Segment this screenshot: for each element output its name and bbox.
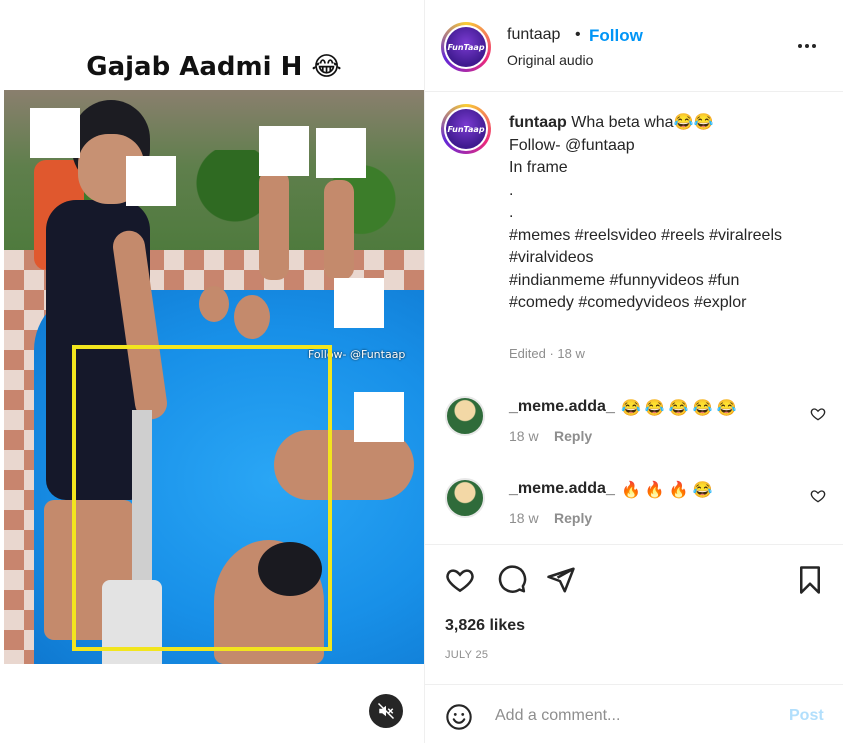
comment-bubble-icon[interactable] (497, 565, 527, 595)
like-heart-icon[interactable] (445, 565, 475, 595)
face-redaction (334, 278, 384, 328)
swimmer (234, 295, 270, 339)
swimmer (199, 286, 229, 322)
caption-text: funtaap Wha beta wha😂😂 Follow- @funtaap … (509, 112, 829, 315)
avatar[interactable]: FunTaap (441, 104, 491, 154)
like-comment-icon[interactable] (810, 488, 826, 504)
caption-username[interactable]: funtaap (509, 114, 567, 131)
avatar[interactable]: FunTaap (441, 22, 491, 72)
avatar-logo: FunTaap (446, 109, 486, 149)
audio-link[interactable]: Original audio (507, 52, 593, 68)
caption-meta: Edited · 18 w (509, 346, 585, 361)
more-options-icon[interactable] (795, 34, 819, 58)
share-send-icon[interactable] (546, 565, 576, 595)
background-kid (259, 170, 289, 280)
face-redaction (354, 392, 404, 442)
face-redaction (30, 108, 80, 158)
reel-video[interactable]: Follow- @Funtaap (4, 90, 424, 664)
comment-username[interactable]: _meme.adda_ (509, 480, 615, 498)
post-date: JULY 25 (445, 649, 489, 661)
username-link[interactable]: funtaap (507, 26, 560, 44)
avatar-logo: FunTaap (446, 27, 486, 67)
face-redaction (126, 156, 176, 206)
comment-item: _meme.adda_ 🔥🔥🔥😂 18 w Reply (425, 472, 843, 552)
comment-time: 18 w (509, 510, 539, 526)
caption-line: . (509, 181, 514, 199)
comment-text: 😂😂😂😂😂 (621, 400, 741, 417)
muted-speaker-icon (377, 702, 395, 720)
face-redaction (316, 128, 366, 178)
likes-count[interactable]: 3,826 likes (445, 617, 525, 635)
emoji-smiley-icon[interactable] (445, 703, 473, 731)
post-comment-button[interactable]: Post (789, 707, 824, 725)
add-comment-bar: Post (425, 684, 843, 743)
hashtags[interactable]: #comedy #comedyvideos #explor (509, 292, 829, 315)
caption-line: In frame (509, 159, 568, 176)
hashtags[interactable]: #viralvideos (509, 247, 829, 270)
mute-button[interactable] (369, 694, 403, 728)
highlight-box (72, 345, 332, 651)
comment-username[interactable]: _meme.adda_ (509, 398, 615, 416)
post-modal: Gajab Aadmi H 😂 Follow- @Funtaap FunTaap… (0, 0, 843, 743)
separator-dot: • (575, 26, 581, 43)
hashtags[interactable]: #indianmeme #funnyvideos #fun (509, 270, 829, 293)
face-redaction (259, 126, 309, 176)
like-comment-icon[interactable] (810, 406, 826, 422)
post-header: FunTaap funtaap • Follow Original audio (425, 0, 843, 92)
reply-button[interactable]: Reply (554, 428, 592, 444)
background-kid (324, 180, 354, 280)
commenter-avatar[interactable] (445, 396, 485, 436)
follow-button[interactable]: Follow (589, 26, 643, 46)
post-actions: 3,826 likes JULY 25 (425, 544, 843, 684)
hashtags[interactable]: #memes #reelsvideo #reels #viralreels (509, 225, 829, 248)
reply-button[interactable]: Reply (554, 510, 592, 526)
media-pane: Gajab Aadmi H 😂 Follow- @Funtaap (4, 4, 424, 743)
comment-time: 18 w (509, 428, 539, 444)
post-side-panel: FunTaap funtaap • Follow Original audio … (424, 0, 843, 743)
video-title: Gajab Aadmi H 😂 (86, 52, 342, 82)
comment-item: _meme.adda_ 😂😂😂😂😂 18 w Reply (425, 390, 843, 470)
bookmark-icon[interactable] (795, 565, 825, 595)
caption-line: Follow- @funtaap (509, 136, 635, 154)
caption-line: Wha beta wha😂😂 (571, 114, 714, 131)
comment-input[interactable] (495, 699, 775, 733)
commenter-avatar[interactable] (445, 478, 485, 518)
caption-line: . (509, 204, 514, 221)
comment-text: 🔥🔥🔥😂 (621, 482, 717, 499)
